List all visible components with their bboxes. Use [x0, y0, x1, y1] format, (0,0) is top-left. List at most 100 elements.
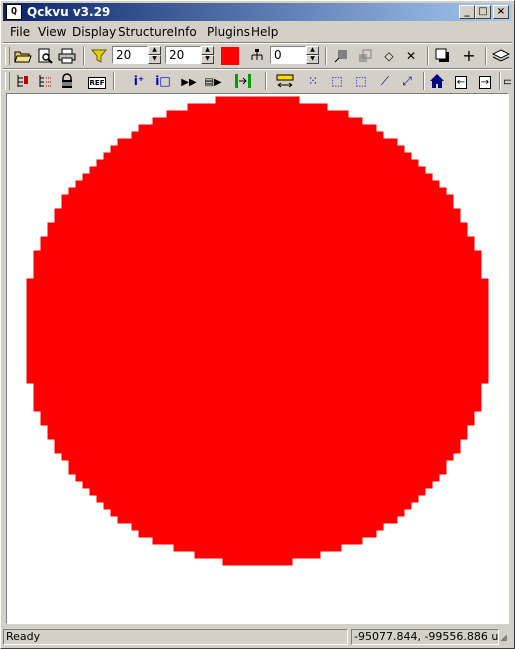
toolbar-secondary: REF i⁺ i□ ▶▶ ▤▶ ⁙ ⬚ ⬚ ⟋ ⤢ ← → ▭: [3, 69, 512, 93]
open-folder-icon: [14, 51, 32, 63]
resize-grip-icon[interactable]: ◢: [500, 632, 511, 644]
arrow-right-icon: →: [478, 76, 492, 89]
hierarchy-icon: [251, 49, 263, 60]
select-box-button[interactable]: ⬚: [327, 71, 347, 91]
dotted-points-icon: ⁙: [307, 74, 319, 88]
cursor-coordinates: -95077.844, -99556.886 um: [351, 629, 499, 645]
layer-color-swatch: [221, 47, 239, 65]
ruler-icon: [276, 74, 294, 88]
filter-max-field[interactable]: 20: [165, 46, 201, 64]
application-window: Q Qckvu v3.29 _ □ × File View Display St…: [0, 0, 515, 649]
lock-icon: [62, 73, 72, 88]
menu-plugins[interactable]: Plugins: [207, 25, 250, 39]
toolbar-separator: [83, 47, 85, 65]
toolbar-separator: [423, 72, 425, 90]
info-box-icon: i□: [155, 74, 171, 88]
step-forward-button[interactable]: ▶▶: [179, 71, 199, 91]
tree-expand-icon: [39, 75, 51, 87]
select-line-button[interactable]: ⤢: [397, 71, 417, 91]
ruler-button[interactable]: [275, 71, 295, 91]
fit-marker-button[interactable]: [233, 71, 253, 91]
forward-button[interactable]: →: [475, 71, 495, 91]
printer-icon: [58, 48, 76, 64]
toolbar-separator: [325, 47, 327, 65]
layout-canvas[interactable]: [6, 93, 509, 624]
layers-icon: [491, 49, 511, 62]
hierarchy-depth-field[interactable]: 0: [270, 46, 306, 64]
ref-label: REF: [87, 77, 107, 89]
delete-button[interactable]: ✕: [401, 46, 421, 66]
status-text: Ready: [3, 629, 348, 645]
x-icon: ✕: [405, 49, 417, 63]
maximize-button[interactable]: □: [475, 5, 491, 19]
open-folder-button[interactable]: [13, 46, 33, 66]
arrow-left-icon: ←: [454, 76, 468, 89]
step-down-button[interactable]: ▤▶: [203, 71, 223, 91]
filter-button[interactable]: [89, 46, 109, 66]
home-icon: [430, 74, 444, 88]
select-region-button[interactable]: ⬚: [351, 71, 371, 91]
ref-button[interactable]: REF: [87, 71, 107, 91]
print-button[interactable]: [57, 46, 77, 66]
close-button[interactable]: ×: [493, 5, 509, 19]
select-points-button[interactable]: ⁙: [303, 71, 323, 91]
toolbar-separator: [499, 72, 501, 90]
vertex-button[interactable]: ◇: [379, 46, 399, 66]
select-path-button[interactable]: ⟋: [375, 71, 395, 91]
tree-expand-button[interactable]: [35, 71, 55, 91]
maximize-icon: □: [478, 6, 488, 17]
toolbar-grip[interactable]: [5, 72, 10, 90]
filter-icon: [90, 49, 108, 63]
crosshair-button[interactable]: +: [459, 46, 479, 66]
back-button[interactable]: ←: [451, 71, 471, 91]
hierarchy-button[interactable]: [247, 46, 267, 66]
move-button[interactable]: [331, 46, 351, 66]
menu-view[interactable]: View: [38, 25, 66, 39]
info-add-button[interactable]: i⁺: [129, 71, 149, 91]
tree-icon: [17, 75, 28, 87]
app-icon[interactable]: Q: [6, 4, 22, 20]
print-preview-icon: [38, 48, 53, 64]
window-title: Qckvu v3.29: [27, 5, 111, 19]
more-button[interactable]: ▭: [503, 71, 511, 91]
hierarchy-depth-spinner[interactable]: ▲ ▼: [306, 46, 319, 64]
title-bar[interactable]: Q Qckvu v3.29 _ □ ×: [3, 3, 512, 21]
filter-min-field[interactable]: 20: [112, 46, 148, 64]
lock-button[interactable]: [57, 71, 77, 91]
dotted-box-icon: ⬚: [331, 74, 343, 88]
status-bar: Ready -95077.844, -99556.886 um ◢: [3, 628, 512, 646]
menu-display[interactable]: Display: [72, 25, 116, 39]
shadow-box-button[interactable]: [433, 46, 453, 66]
menu-file[interactable]: File: [10, 25, 30, 39]
step-forward-icon: ▶▶: [181, 77, 197, 88]
menu-structure[interactable]: Structure: [118, 25, 174, 39]
dotted-path-icon: ⟋: [380, 74, 390, 88]
diamond-icon: ◇: [384, 49, 394, 63]
move-icon: [334, 50, 347, 63]
info-box-button[interactable]: i□: [153, 71, 173, 91]
menu-bar: File View Display Structure Info Plugins…: [3, 23, 512, 42]
crosshair-icon: +: [462, 46, 476, 65]
layer-color-button[interactable]: [220, 46, 240, 66]
print-preview-button[interactable]: [35, 46, 55, 66]
home-button[interactable]: [427, 71, 447, 91]
shadow-box-icon: [435, 48, 449, 62]
tree-view-button[interactable]: [13, 71, 33, 91]
copy-icon: [359, 49, 372, 62]
toolbar-main: 20 ▲ ▼ 20 ▲ ▼ 0 ▲ ▼ ◇ ✕ +: [3, 44, 512, 68]
layers-button[interactable]: [491, 46, 511, 66]
toolbar-separator: [113, 72, 115, 90]
toolbar-separator: [485, 47, 487, 65]
dotted-line-icon: ⤢: [402, 74, 412, 88]
toolbar-grip[interactable]: [5, 47, 10, 65]
filter-min-spinner[interactable]: ▲ ▼: [148, 46, 161, 64]
wafer-shape[interactable]: [7, 94, 508, 623]
close-icon: ×: [496, 6, 506, 17]
menu-info[interactable]: Info: [174, 25, 197, 39]
menu-help[interactable]: Help: [251, 25, 278, 39]
filter-max-spinner[interactable]: ▲ ▼: [201, 46, 214, 64]
dotted-region-icon: ⬚: [355, 74, 367, 88]
toolbar-separator: [265, 72, 267, 90]
copy-button[interactable]: [355, 46, 375, 66]
minimize-button[interactable]: _: [459, 5, 475, 19]
